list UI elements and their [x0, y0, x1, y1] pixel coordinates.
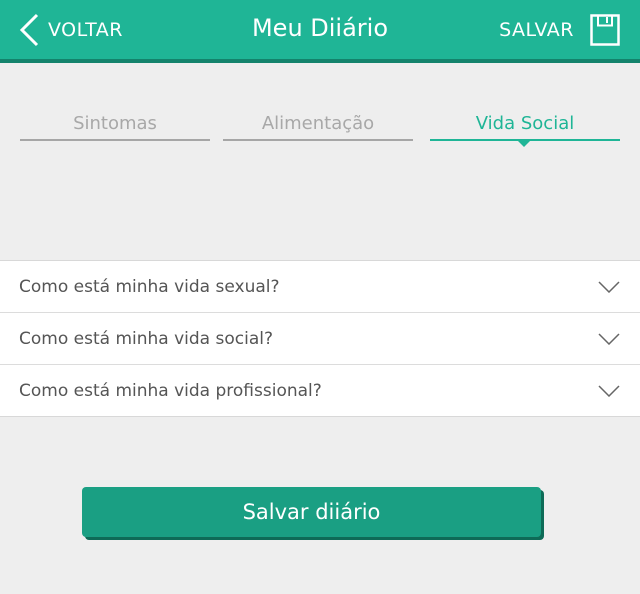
active-tab-indicator [517, 140, 531, 147]
question-list: Como está minha vida sexual? Como está m… [0, 260, 640, 417]
tab-bar: Sintomas Alimentação Vida Social [0, 113, 640, 153]
chevron-down-icon [598, 281, 620, 293]
question-label: Como está minha vida social? [19, 328, 273, 349]
save-diary-button[interactable]: Salvar diiário [82, 487, 541, 537]
save-label: SALVAR [499, 19, 574, 41]
chevron-down-icon [598, 385, 620, 397]
question-row-sexual[interactable]: Como está minha vida sexual? [0, 261, 640, 312]
question-label: Como está minha vida profissional? [19, 380, 322, 401]
app-header: VOLTAR Meu Diiário SALVAR [0, 0, 640, 63]
tab-vida-social[interactable]: Vida Social [430, 113, 620, 141]
chevron-down-icon [598, 333, 620, 345]
floppy-disk-icon [590, 14, 620, 46]
tab-alimentacao[interactable]: Alimentação [223, 113, 413, 141]
question-row-profissional[interactable]: Como está minha vida profissional? [0, 364, 640, 416]
save-button[interactable]: SALVAR [499, 14, 620, 46]
question-row-social[interactable]: Como está minha vida social? [0, 312, 640, 364]
tab-sintomas[interactable]: Sintomas [20, 113, 210, 141]
question-label: Como está minha vida sexual? [19, 276, 280, 297]
